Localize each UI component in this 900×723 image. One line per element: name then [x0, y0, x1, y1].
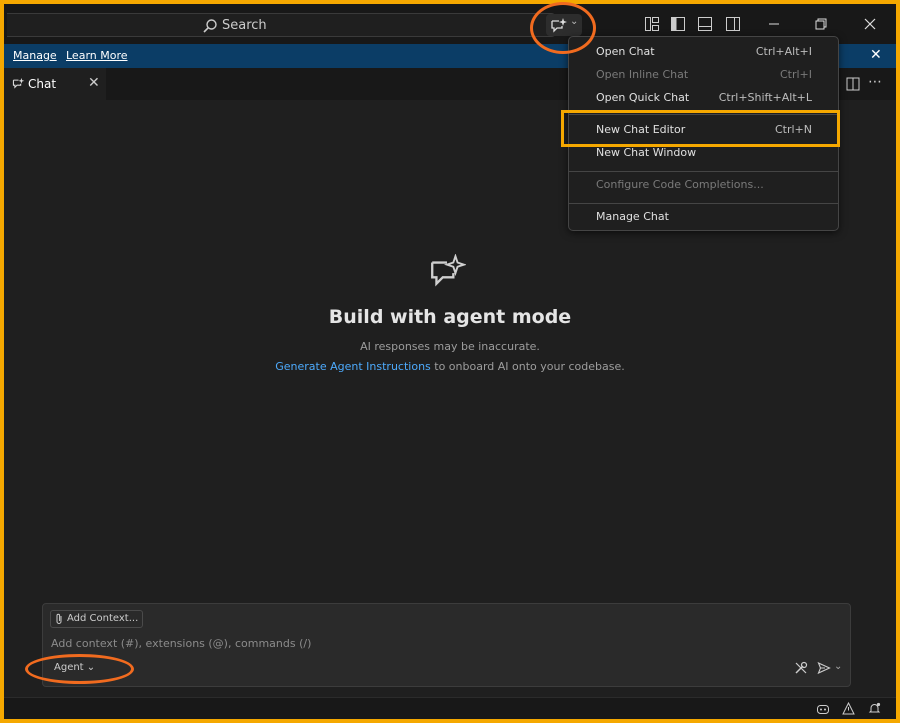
menu-item-label: Open Inline Chat — [596, 68, 689, 81]
learn-more-link[interactable]: Learn More — [66, 49, 128, 62]
tools-icon[interactable] — [794, 661, 808, 675]
instructions-text: to onboard AI onto your codebase. — [430, 360, 625, 373]
menu-item-label: Manage Chat — [596, 210, 669, 223]
send-icon[interactable] — [817, 661, 831, 675]
warning-icon[interactable] — [842, 702, 855, 715]
add-context-label: Add Context... — [67, 613, 139, 624]
chat-tab-icon — [12, 77, 25, 89]
close-window-icon[interactable] — [860, 14, 880, 34]
menu-item-configure-code-completions: Configure Code Completions... — [569, 174, 838, 196]
customize-layout-icon[interactable] — [644, 16, 660, 32]
menu-item-label: New Chat Window — [596, 146, 697, 159]
welcome-disclaimer: AI responses may be inaccurate. — [360, 340, 540, 353]
menu-item-label: Open Quick Chat — [596, 91, 690, 104]
paperclip-icon — [56, 613, 62, 624]
toggle-primary-sidebar-icon[interactable] — [670, 16, 686, 32]
copilot-status-icon[interactable] — [816, 702, 830, 715]
toggle-secondary-sidebar-icon[interactable] — [725, 16, 741, 32]
toggle-panel-icon[interactable] — [697, 16, 713, 32]
menu-item-shortcut: Ctrl+Alt+I — [755, 45, 812, 58]
menu-item-open-chat[interactable]: Open Chat Ctrl+Alt+I — [569, 41, 838, 63]
annotation-circle-copilot-button — [530, 2, 596, 54]
status-bar — [4, 697, 896, 719]
menu-item-open-inline-chat: Open Inline Chat Ctrl+I — [569, 64, 838, 86]
menu-item-label: Configure Code Completions... — [596, 178, 764, 191]
menu-item-shortcut: Ctrl+Shift+Alt+L — [718, 91, 812, 104]
notifications-bell-icon[interactable] — [868, 702, 881, 715]
close-tab-icon[interactable]: ✕ — [88, 75, 100, 91]
chat-input-box: Add Context... Add context (#), extensio… — [42, 603, 851, 687]
more-actions-icon[interactable]: ⋯ — [868, 74, 882, 90]
menu-separator — [569, 171, 838, 172]
restore-icon[interactable] — [811, 14, 831, 34]
welcome-title: Build with agent mode — [328, 306, 572, 328]
welcome-instructions: Generate Agent Instructions to onboard A… — [4, 360, 896, 373]
annotation-circle-agent-mode — [25, 654, 134, 684]
tab-chat[interactable]: Chat ✕ — [4, 68, 106, 100]
copilot-welcome-icon — [431, 254, 466, 287]
menu-item-shortcut: Ctrl+I — [779, 68, 812, 81]
split-editor-icon[interactable] — [846, 77, 860, 91]
minimize-icon[interactable] — [764, 14, 784, 34]
generate-agent-instructions-link[interactable]: Generate Agent Instructions — [275, 360, 431, 373]
tab-label: Chat — [28, 77, 57, 91]
menu-item-open-quick-chat[interactable]: Open Quick Chat Ctrl+Shift+Alt+L — [569, 87, 838, 109]
chat-input-field[interactable]: Add context (#), extensions (@), command… — [51, 637, 311, 650]
close-banner-icon[interactable]: ✕ — [870, 47, 882, 63]
menu-item-manage-chat[interactable]: Manage Chat — [569, 206, 838, 228]
send-options-chevron-icon[interactable]: ⌄ — [834, 661, 842, 672]
menu-separator — [569, 203, 838, 204]
search-icon — [203, 19, 217, 33]
menu-item-label: Open Chat — [596, 45, 655, 58]
annotation-highlight-new-chat-editor — [561, 110, 840, 147]
search-label: Search — [222, 18, 267, 33]
command-center-search[interactable]: Search — [7, 13, 557, 37]
add-context-button[interactable]: Add Context... — [50, 610, 144, 628]
manage-link[interactable]: Manage — [13, 49, 57, 62]
